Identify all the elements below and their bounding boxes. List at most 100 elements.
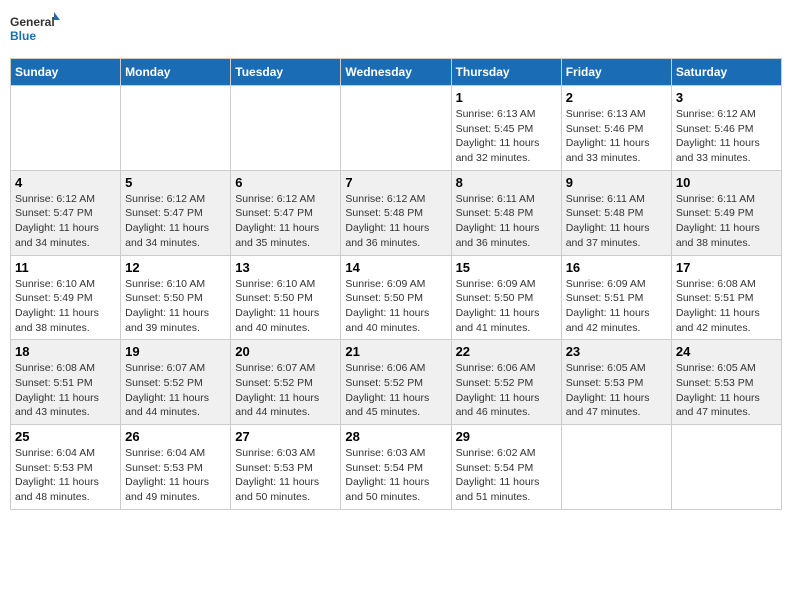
day-cell: 1 Sunrise: 6:13 AM Sunset: 5:45 PM Daylig… xyxy=(451,86,561,171)
day-info: Sunrise: 6:09 AM Sunset: 5:50 PM Dayligh… xyxy=(345,277,446,336)
day-number: 23 xyxy=(566,344,667,359)
day-cell: 23 Sunrise: 6:05 AM Sunset: 5:53 PM Dayli… xyxy=(561,340,671,425)
header-tuesday: Tuesday xyxy=(231,59,341,86)
day-info: Sunrise: 6:03 AM Sunset: 5:54 PM Dayligh… xyxy=(345,446,446,505)
day-info: Sunrise: 6:11 AM Sunset: 5:48 PM Dayligh… xyxy=(566,192,667,251)
day-number: 7 xyxy=(345,175,446,190)
day-cell: 6 Sunrise: 6:12 AM Sunset: 5:47 PM Daylig… xyxy=(231,170,341,255)
day-cell xyxy=(561,425,671,510)
day-number: 3 xyxy=(676,90,777,105)
day-cell: 10 Sunrise: 6:11 AM Sunset: 5:49 PM Dayli… xyxy=(671,170,781,255)
day-info: Sunrise: 6:12 AM Sunset: 5:47 PM Dayligh… xyxy=(125,192,226,251)
day-cell: 29Sunrise: 6:02 AM Sunset: 5:54 PM Dayli… xyxy=(451,425,561,510)
day-info: Sunrise: 6:04 AM Sunset: 5:53 PM Dayligh… xyxy=(15,446,116,505)
day-cell: 4 Sunrise: 6:12 AM Sunset: 5:47 PM Daylig… xyxy=(11,170,121,255)
day-cell: 2 Sunrise: 6:13 AM Sunset: 5:46 PM Daylig… xyxy=(561,86,671,171)
day-info: Sunrise: 6:10 AM Sunset: 5:50 PM Dayligh… xyxy=(125,277,226,336)
day-info: Sunrise: 6:09 AM Sunset: 5:51 PM Dayligh… xyxy=(566,277,667,336)
day-cell: 7 Sunrise: 6:12 AM Sunset: 5:48 PM Daylig… xyxy=(341,170,451,255)
day-info: Sunrise: 6:10 AM Sunset: 5:50 PM Dayligh… xyxy=(235,277,336,336)
day-number: 11 xyxy=(15,260,116,275)
day-number: 28 xyxy=(345,429,446,444)
header-thursday: Thursday xyxy=(451,59,561,86)
header-sunday: Sunday xyxy=(11,59,121,86)
day-info: Sunrise: 6:05 AM Sunset: 5:53 PM Dayligh… xyxy=(676,361,777,420)
day-cell: 3 Sunrise: 6:12 AM Sunset: 5:46 PM Daylig… xyxy=(671,86,781,171)
day-info: Sunrise: 6:02 AM Sunset: 5:54 PM Dayligh… xyxy=(456,446,557,505)
svg-text:Blue: Blue xyxy=(10,29,36,43)
week-row-3: 11 Sunrise: 6:10 AM Sunset: 5:49 PM Dayli… xyxy=(11,255,782,340)
header-wednesday: Wednesday xyxy=(341,59,451,86)
day-cell: 22Sunrise: 6:06 AM Sunset: 5:52 PM Dayli… xyxy=(451,340,561,425)
logo-svg: General Blue xyxy=(10,10,60,50)
day-number: 1 xyxy=(456,90,557,105)
day-number: 24 xyxy=(676,344,777,359)
day-number: 21 xyxy=(345,344,446,359)
header-monday: Monday xyxy=(121,59,231,86)
week-row-2: 4 Sunrise: 6:12 AM Sunset: 5:47 PM Daylig… xyxy=(11,170,782,255)
day-cell: 8Sunrise: 6:11 AM Sunset: 5:48 PM Daylig… xyxy=(451,170,561,255)
day-info: Sunrise: 6:13 AM Sunset: 5:45 PM Dayligh… xyxy=(456,107,557,166)
day-info: Sunrise: 6:11 AM Sunset: 5:49 PM Dayligh… xyxy=(676,192,777,251)
day-number: 16 xyxy=(566,260,667,275)
day-cell: 5 Sunrise: 6:12 AM Sunset: 5:47 PM Daylig… xyxy=(121,170,231,255)
day-cell: 25 Sunrise: 6:04 AM Sunset: 5:53 PM Dayli… xyxy=(11,425,121,510)
calendar-header-row: SundayMondayTuesdayWednesdayThursdayFrid… xyxy=(11,59,782,86)
day-info: Sunrise: 6:13 AM Sunset: 5:46 PM Dayligh… xyxy=(566,107,667,166)
day-number: 13 xyxy=(235,260,336,275)
day-number: 5 xyxy=(125,175,226,190)
day-cell: 16 Sunrise: 6:09 AM Sunset: 5:51 PM Dayli… xyxy=(561,255,671,340)
day-cell: 13 Sunrise: 6:10 AM Sunset: 5:50 PM Dayli… xyxy=(231,255,341,340)
day-info: Sunrise: 6:08 AM Sunset: 5:51 PM Dayligh… xyxy=(676,277,777,336)
day-number: 20 xyxy=(235,344,336,359)
day-cell xyxy=(121,86,231,171)
day-number: 2 xyxy=(566,90,667,105)
day-info: Sunrise: 6:12 AM Sunset: 5:47 PM Dayligh… xyxy=(15,192,116,251)
day-info: Sunrise: 6:07 AM Sunset: 5:52 PM Dayligh… xyxy=(235,361,336,420)
day-cell: 28 Sunrise: 6:03 AM Sunset: 5:54 PM Dayli… xyxy=(341,425,451,510)
day-cell xyxy=(671,425,781,510)
day-cell: 11 Sunrise: 6:10 AM Sunset: 5:49 PM Dayli… xyxy=(11,255,121,340)
day-info: Sunrise: 6:04 AM Sunset: 5:53 PM Dayligh… xyxy=(125,446,226,505)
day-info: Sunrise: 6:12 AM Sunset: 5:47 PM Dayligh… xyxy=(235,192,336,251)
day-cell: 17Sunrise: 6:08 AM Sunset: 5:51 PM Dayli… xyxy=(671,255,781,340)
day-number: 26 xyxy=(125,429,226,444)
day-number: 9 xyxy=(566,175,667,190)
header-saturday: Saturday xyxy=(671,59,781,86)
day-number: 19 xyxy=(125,344,226,359)
day-cell: 9 Sunrise: 6:11 AM Sunset: 5:48 PM Daylig… xyxy=(561,170,671,255)
day-cell: 20 Sunrise: 6:07 AM Sunset: 5:52 PM Dayli… xyxy=(231,340,341,425)
day-cell: 14 Sunrise: 6:09 AM Sunset: 5:50 PM Dayli… xyxy=(341,255,451,340)
day-info: Sunrise: 6:08 AM Sunset: 5:51 PM Dayligh… xyxy=(15,361,116,420)
day-info: Sunrise: 6:10 AM Sunset: 5:49 PM Dayligh… xyxy=(15,277,116,336)
svg-text:General: General xyxy=(10,15,55,29)
day-info: Sunrise: 6:12 AM Sunset: 5:46 PM Dayligh… xyxy=(676,107,777,166)
day-cell: 19 Sunrise: 6:07 AM Sunset: 5:52 PM Dayli… xyxy=(121,340,231,425)
day-number: 12 xyxy=(125,260,226,275)
day-info: Sunrise: 6:03 AM Sunset: 5:53 PM Dayligh… xyxy=(235,446,336,505)
day-number: 4 xyxy=(15,175,116,190)
day-info: Sunrise: 6:12 AM Sunset: 5:48 PM Dayligh… xyxy=(345,192,446,251)
day-info: Sunrise: 6:09 AM Sunset: 5:50 PM Dayligh… xyxy=(456,277,557,336)
day-number: 27 xyxy=(235,429,336,444)
week-row-5: 25 Sunrise: 6:04 AM Sunset: 5:53 PM Dayli… xyxy=(11,425,782,510)
day-cell xyxy=(341,86,451,171)
day-cell: 27 Sunrise: 6:03 AM Sunset: 5:53 PM Dayli… xyxy=(231,425,341,510)
logo: General Blue xyxy=(10,10,60,50)
day-info: Sunrise: 6:05 AM Sunset: 5:53 PM Dayligh… xyxy=(566,361,667,420)
week-row-1: 1 Sunrise: 6:13 AM Sunset: 5:45 PM Daylig… xyxy=(11,86,782,171)
day-info: Sunrise: 6:06 AM Sunset: 5:52 PM Dayligh… xyxy=(456,361,557,420)
day-cell: 18Sunrise: 6:08 AM Sunset: 5:51 PM Dayli… xyxy=(11,340,121,425)
day-number: 6 xyxy=(235,175,336,190)
header-friday: Friday xyxy=(561,59,671,86)
day-number: 14 xyxy=(345,260,446,275)
calendar-table: SundayMondayTuesdayWednesdayThursdayFrid… xyxy=(10,58,782,510)
week-row-4: 18Sunrise: 6:08 AM Sunset: 5:51 PM Dayli… xyxy=(11,340,782,425)
day-cell: 15Sunrise: 6:09 AM Sunset: 5:50 PM Dayli… xyxy=(451,255,561,340)
day-number: 25 xyxy=(15,429,116,444)
page-header: General Blue xyxy=(10,10,782,50)
day-number: 10 xyxy=(676,175,777,190)
day-cell: 12 Sunrise: 6:10 AM Sunset: 5:50 PM Dayli… xyxy=(121,255,231,340)
day-info: Sunrise: 6:11 AM Sunset: 5:48 PM Dayligh… xyxy=(456,192,557,251)
day-info: Sunrise: 6:07 AM Sunset: 5:52 PM Dayligh… xyxy=(125,361,226,420)
